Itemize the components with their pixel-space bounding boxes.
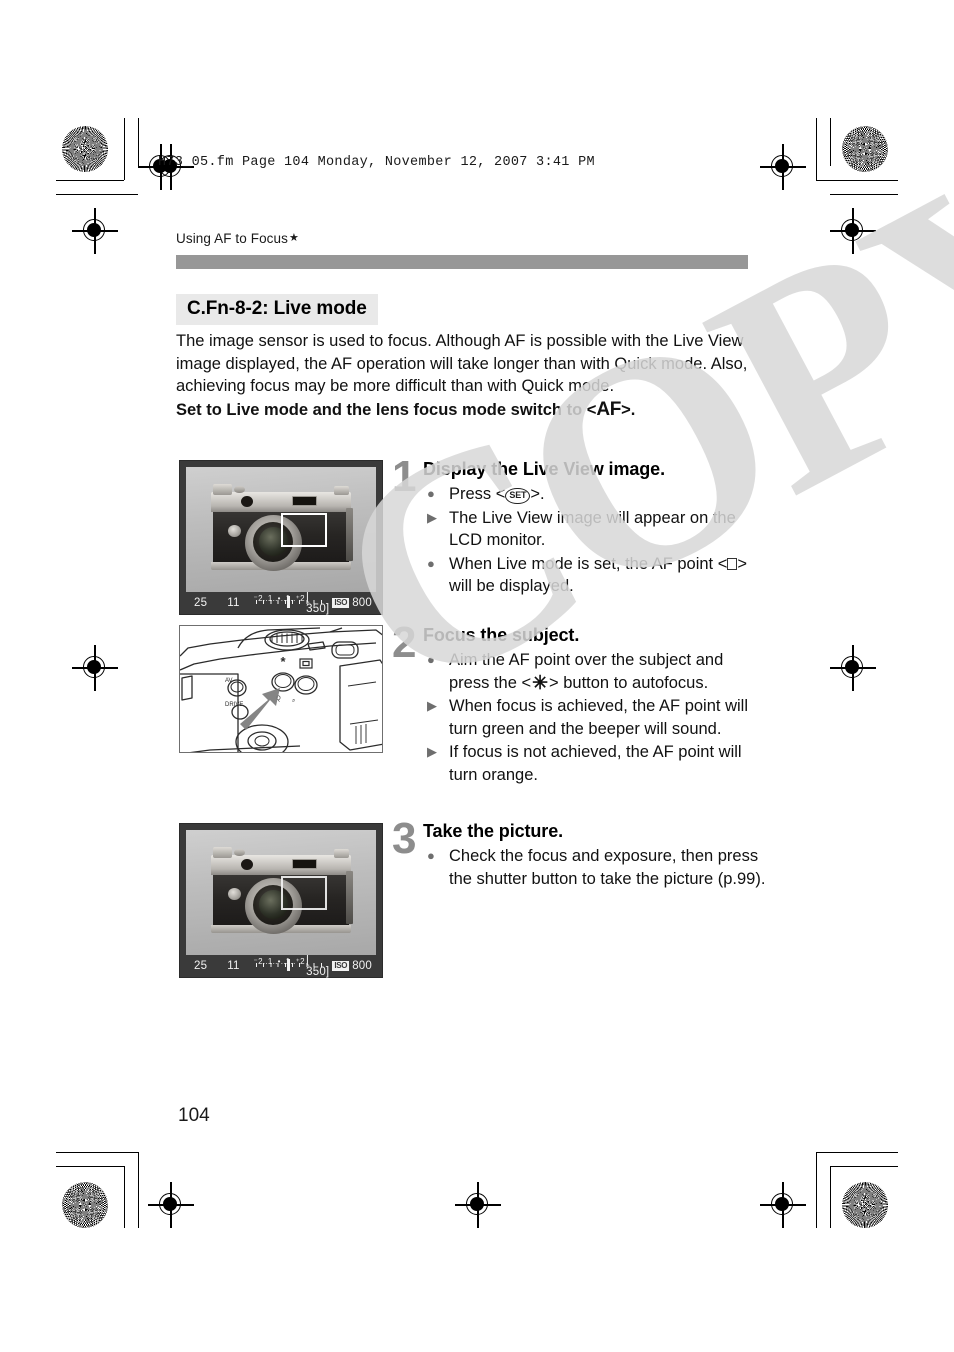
figure-camera-back-illustration: * Q ⌕ AV DRIVE <box>179 625 383 753</box>
bullet-dot-icon: ● <box>427 848 435 863</box>
starburst-mark-bottom-right <box>842 1182 888 1228</box>
exposure-index-marker-3 <box>286 959 290 971</box>
af-point-frame-focused <box>281 876 327 910</box>
running-head-star-icon: ★ <box>289 232 299 244</box>
bullet-triangle-icon: ▶ <box>427 509 437 525</box>
starburst-mark-top-left <box>62 126 108 172</box>
intro-paragraph: The image sensor is used to focus. Altho… <box>176 332 748 395</box>
step-1-bullet-1: ● Press < SET >. <box>423 483 767 506</box>
intro-paragraph-block: The image sensor is used to focus. Altho… <box>176 330 754 421</box>
crosshair-mark-top-right <box>760 144 806 190</box>
crosshair-mark-left-middle <box>72 645 118 691</box>
aperture-value-1: 11 <box>227 597 240 609</box>
step-2-bullet-3-text: If focus is not achieved, the AF point w… <box>449 743 742 784</box>
svg-text:⌕: ⌕ <box>292 698 295 704</box>
lcd-photo-3 <box>186 830 376 955</box>
lcd-status-bar-1: 25 11 ⁻2..1..•..1..⁺2 [ 350] ISO 800 <box>186 591 376 615</box>
page-number: 104 <box>178 1105 210 1126</box>
crosshair-mark-bottom-right <box>760 1182 806 1228</box>
iso-icon-3: ISO <box>332 961 350 971</box>
step-2-bullet-1-suffix: > button to autofocus. <box>549 673 709 692</box>
camera-back-lineart-svg: * Q ⌕ AV DRIVE <box>180 627 382 752</box>
step-3-number: 3 <box>392 814 417 863</box>
exposure-level-scale-1: ⁻2..1..•..1..⁺2 <box>254 594 328 611</box>
step-1-number: 1 <box>392 452 417 501</box>
af-switch-icon: AF <box>596 398 622 420</box>
bullet-triangle-icon: ▶ <box>427 698 437 713</box>
exposure-level-scale-3: ⁻2..1..•..1..⁺2 <box>254 957 328 974</box>
figure-live-view-focused: 25 11 ⁻2..1..•..1..⁺2 [ 350] ISO 800 <box>179 823 383 978</box>
step-1-bullets: ● Press < SET >. ▶ The Live View image wil… <box>423 483 767 598</box>
ae-lock-asterisk-label: * <box>280 654 286 669</box>
bullet-dot-icon: ● <box>427 486 435 501</box>
crosshair-mark-bottom-center <box>455 1182 501 1228</box>
crosshair-mark-right-middle <box>830 645 876 691</box>
af-point-frame <box>281 513 327 547</box>
shutter-speed-value-3: 25 <box>194 960 208 972</box>
figure-live-view-image: 25 11 ⁻2..1..•..1..⁺2 [ 350] ISO 800 <box>179 460 383 615</box>
bullet-dot-icon: ● <box>427 652 435 667</box>
starburst-mark-bottom-left <box>62 1182 108 1228</box>
af-point-select-label <box>299 658 313 669</box>
svg-text:AV: AV <box>225 678 233 684</box>
lcd-status-bar-3: 25 11 ⁻2..1..•..1..⁺2 [ 350] ISO 800 <box>186 954 376 978</box>
starburst-mark-top-right <box>842 126 888 172</box>
step-3-bullet-1-text: Check the focus and exposure, then press… <box>449 847 766 888</box>
aperture-value-3: 11 <box>227 960 240 972</box>
svg-text:DRIVE: DRIVE <box>225 702 243 708</box>
step-2-bullet-2-text: When focus is achieved, the AF point wil… <box>449 697 748 738</box>
crosshair-mark-left-upper <box>72 208 118 254</box>
bullet-dot-icon: ● <box>427 555 435 571</box>
running-head: Using AF to Focus★ <box>176 231 299 246</box>
exposure-index-marker-1 <box>286 596 290 608</box>
print-job-header: H73_05.fm Page 104 Monday, November 12, … <box>158 155 595 170</box>
intro-bold-prefix: Set to Live mode and the lens focus mode… <box>176 400 597 419</box>
iso-icon-1: ISO <box>332 598 350 608</box>
step-1-bullet-2: ▶ The Live View image will appear on the… <box>423 507 767 552</box>
step-1-bullet-3-prefix: When Live mode is set, the AF point < <box>449 554 728 573</box>
step-3-title: Take the picture. <box>423 821 564 841</box>
af-point-square-icon <box>727 557 738 570</box>
step-2-title: Focus the subject. <box>423 625 580 645</box>
step-1-bullet-1-prefix: Press < <box>449 485 506 503</box>
shutter-speed-value-1: 25 <box>194 597 208 609</box>
section-divider-bar <box>176 255 748 269</box>
step-2-bullet-3: ▶ If focus is not achieved, the AF point… <box>423 741 767 786</box>
step-2-number: 2 <box>392 618 417 667</box>
bullet-triangle-icon: ▶ <box>427 744 437 759</box>
set-button-icon: SET <box>505 487 531 504</box>
intro-bold-suffix: >. <box>621 400 636 419</box>
step-1-bullet-1-suffix: >. <box>530 485 545 503</box>
step-1-title: Display the Live View image. <box>423 459 665 479</box>
step-3-bullet-1: ● Check the focus and exposure, then pre… <box>423 845 767 890</box>
step-2-bullets: ● Aim the AF point over the subject and … <box>423 649 767 786</box>
step-1-bullet-3: ● When Live mode is set, the AF point < >… <box>423 553 767 598</box>
step-2-bullet-1: ● Aim the AF point over the subject and … <box>427 651 724 694</box>
iso-value-3: 800 <box>352 960 372 972</box>
crosshair-mark-right-upper <box>830 208 876 254</box>
custom-function-heading: C.Fn-8-2: Live mode <box>176 294 378 325</box>
running-head-text: Using AF to Focus <box>176 231 288 246</box>
step-2-bullet-2: ▶ When focus is achieved, the AF point w… <box>423 695 767 740</box>
iso-value-1: 800 <box>352 597 372 609</box>
lcd-photo-1 <box>186 467 376 592</box>
crosshair-mark-bottom-left <box>148 1182 194 1228</box>
intro-bold-line: Set to Live mode and the lens focus mode… <box>176 399 754 422</box>
step-3-bullets: ● Check the focus and exposure, then pre… <box>423 845 767 890</box>
document-page: H73_05.fm Page 104 Monday, November 12, … <box>0 0 954 1352</box>
step-1-bullet-2-text: The Live View image will appear on the L… <box>449 508 736 550</box>
pointer-arrow-icon <box>240 688 280 730</box>
